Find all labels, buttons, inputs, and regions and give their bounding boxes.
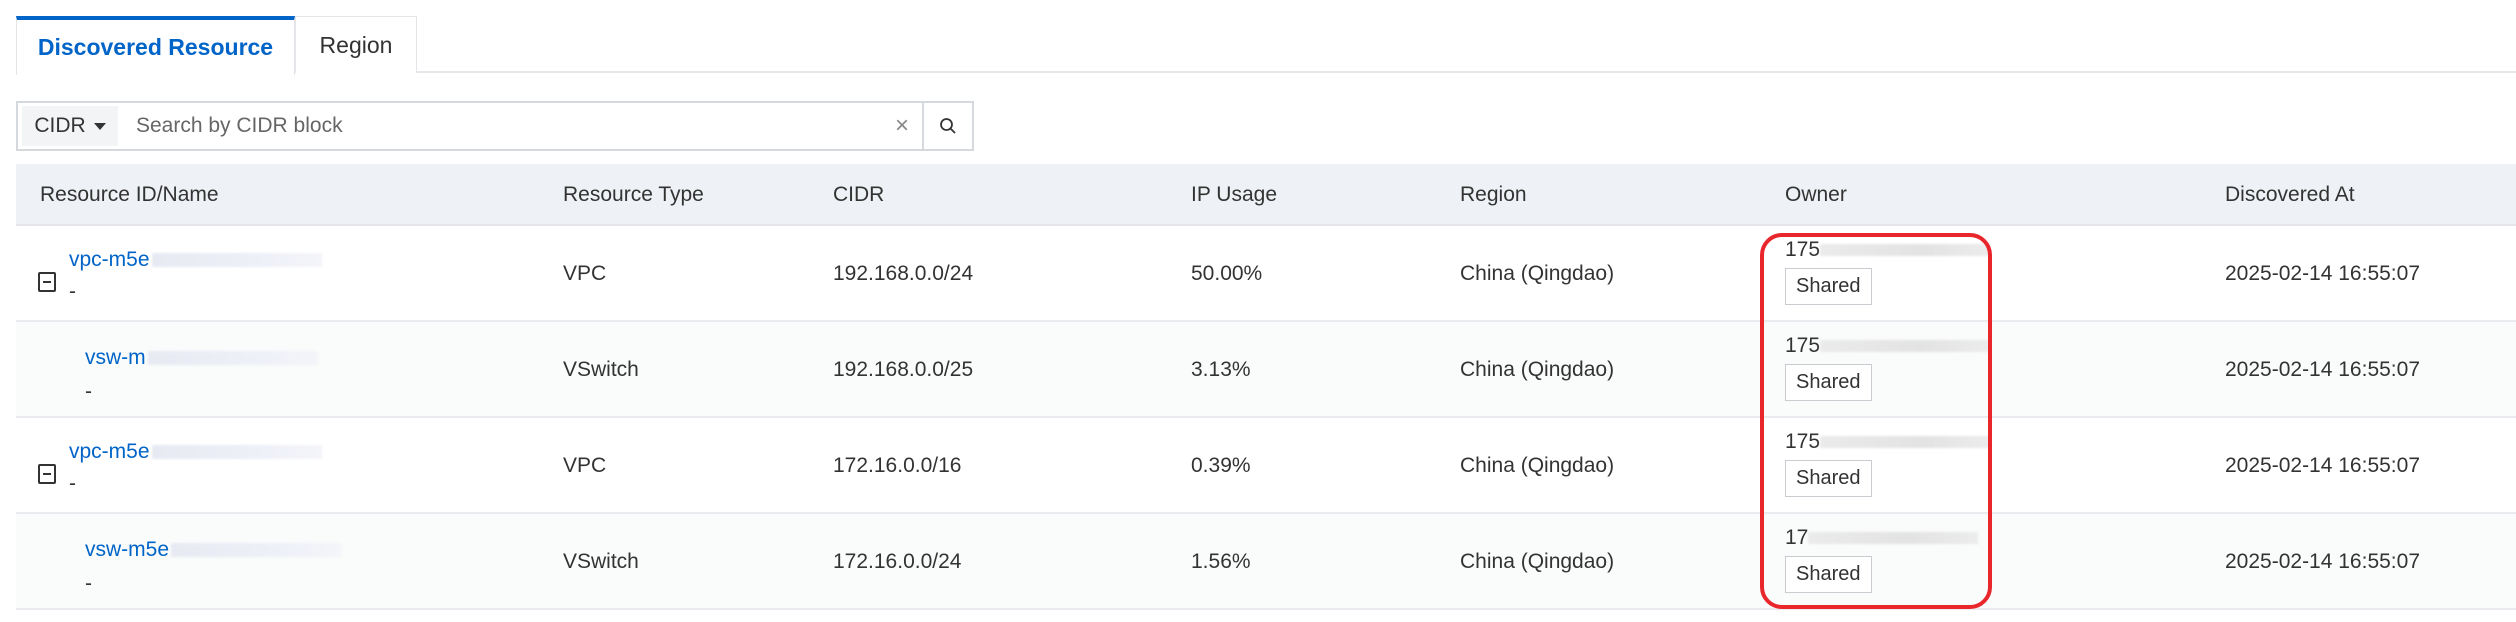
search-field-label: CIDR (34, 114, 86, 137)
column-header-discovered-at: Discovered At (2225, 183, 2355, 206)
discovered-at: 2025-02-14 16:55:07 (2225, 550, 2420, 573)
resource-type: VPC (563, 262, 607, 285)
redacted-id (171, 543, 342, 558)
search-field-select[interactable]: CIDR (22, 106, 118, 146)
ip-usage: 50.00% (1191, 262, 1263, 285)
resource-name: - (69, 472, 76, 495)
region: China (Qingdao) (1460, 262, 1615, 285)
ip-usage: 3.13% (1191, 358, 1251, 381)
table-row: vsw-m5e - VSwitch 172.16.0.0/24 1.56% Ch… (16, 514, 2516, 610)
table-header: Resource ID/Name Resource Type CIDR IP U… (16, 164, 2516, 226)
table-row: vpc-m5e - VPC 172.16.0.0/16 0.39% China … (16, 418, 2516, 514)
resource-id-link[interactable]: vsw-m5e (85, 538, 342, 562)
caret-down-icon (93, 122, 106, 130)
cidr: 172.16.0.0/16 (833, 454, 962, 477)
resource-name: - (85, 380, 92, 403)
resource-id-link[interactable]: vsw-m (85, 346, 318, 370)
resource-type: VSwitch (563, 358, 639, 381)
search-button[interactable] (922, 103, 972, 149)
resource-id-link[interactable]: vpc-m5e (69, 440, 322, 464)
resource-id-text: vsw-m (85, 346, 146, 369)
resource-name: - (85, 572, 92, 595)
resource-id-text: vpc-m5e (69, 248, 150, 271)
redacted-id (151, 445, 322, 460)
owner-highlight-box (1760, 233, 1992, 609)
column-header-resource-type: Resource Type (563, 183, 704, 206)
discovered-at: 2025-02-14 16:55:07 (2225, 454, 2420, 477)
column-header-region: Region (1460, 183, 1527, 206)
ip-usage: 1.56% (1191, 550, 1251, 573)
resource-id-link[interactable]: vpc-m5e (69, 248, 322, 272)
collapse-icon[interactable] (38, 272, 56, 292)
resource-table: Resource ID/Name Resource Type CIDR IP U… (16, 164, 2516, 610)
discovered-at: 2025-02-14 16:55:07 (2225, 358, 2420, 381)
tab-region[interactable]: Region (295, 16, 417, 73)
region: China (Qingdao) (1460, 454, 1615, 477)
redacted-id (147, 351, 318, 366)
search-bar: CIDR × (16, 101, 974, 151)
table-row: vsw-m - VSwitch 192.168.0.0/25 3.13% Chi… (16, 322, 2516, 418)
column-header-cidr: CIDR (833, 183, 885, 206)
cidr: 192.168.0.0/25 (833, 358, 974, 381)
resource-id-text: vpc-m5e (69, 440, 150, 463)
region: China (Qingdao) (1460, 358, 1615, 381)
tab-discovered-resource[interactable]: Discovered Resource (16, 16, 295, 75)
resource-name: - (69, 280, 76, 303)
ip-usage: 0.39% (1191, 454, 1251, 477)
table-row: vpc-m5e - VPC 192.168.0.0/24 50.00% Chin… (16, 226, 2516, 322)
cidr: 172.16.0.0/24 (833, 550, 962, 573)
clear-icon[interactable]: × (882, 112, 922, 140)
column-header-ip-usage: IP Usage (1191, 183, 1277, 206)
redacted-id (151, 253, 322, 268)
column-header-resource-id: Resource ID/Name (40, 183, 219, 206)
resource-id-text: vsw-m5e (85, 538, 170, 561)
search-icon (940, 118, 956, 134)
column-header-owner: Owner (1785, 183, 1847, 206)
search-input[interactable] (118, 106, 882, 146)
discovered-at: 2025-02-14 16:55:07 (2225, 262, 2420, 285)
region: China (Qingdao) (1460, 550, 1615, 573)
resource-type: VSwitch (563, 550, 639, 573)
collapse-icon[interactable] (38, 464, 56, 484)
cidr: 192.168.0.0/24 (833, 262, 974, 285)
tab-bar: Discovered Resource Region (16, 16, 2516, 75)
resource-type: VPC (563, 454, 607, 477)
